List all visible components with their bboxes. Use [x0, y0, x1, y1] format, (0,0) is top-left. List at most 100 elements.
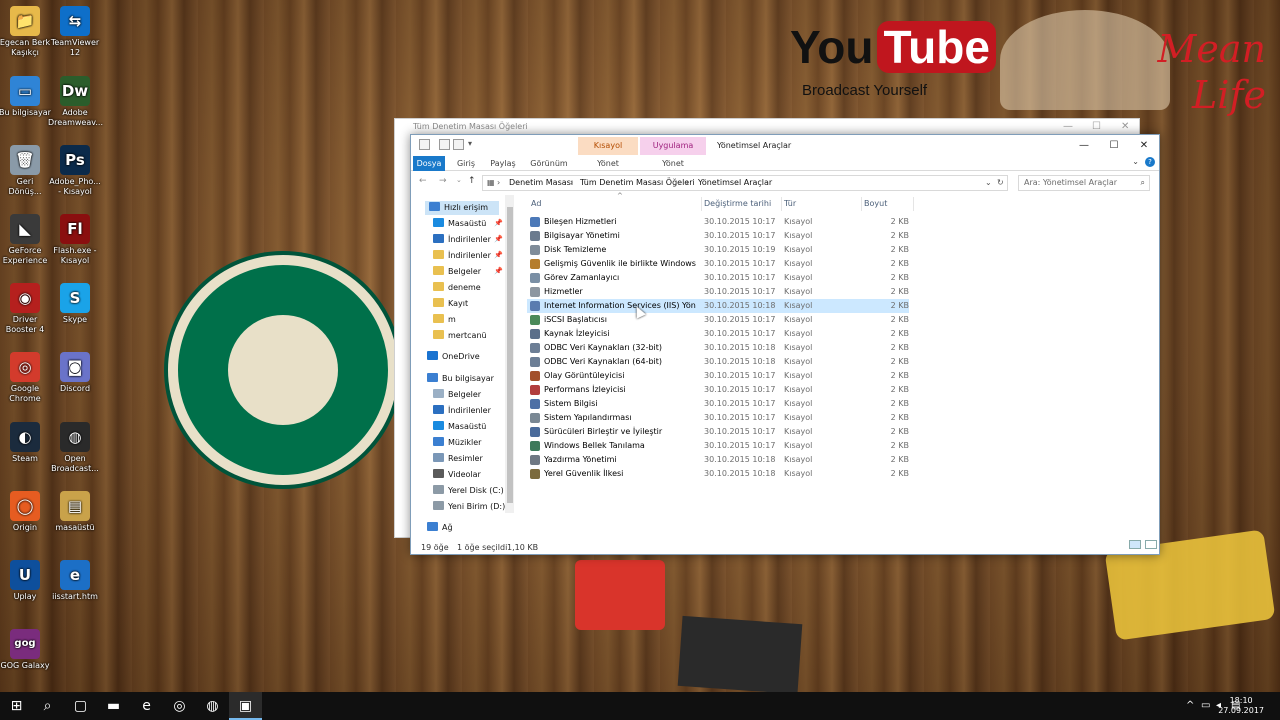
pin-icon[interactable]: 📌: [494, 219, 503, 227]
breadcrumb-admin-tools[interactable]: Yönetimsel Araçlar: [698, 176, 772, 190]
shortcut-tools-tab[interactable]: Kısayol Araçları: [578, 137, 638, 168]
address-dropdown-icon[interactable]: ⌄: [985, 176, 992, 190]
network-icon[interactable]: ▭: [1201, 692, 1210, 720]
chrome-taskbar[interactable]: ◎: [163, 692, 196, 720]
sidebar-item[interactable]: Bu bilgisayar: [423, 372, 499, 386]
sidebar-item[interactable]: İndirilenler: [429, 249, 499, 263]
desktop-icon[interactable]: U Uplay: [0, 560, 52, 602]
desktop-icon[interactable]: ◙ Discord: [48, 352, 102, 394]
table-row[interactable]: Sistem Yapılandırması 30.10.2015 10:17 Kıs…: [527, 411, 909, 425]
search-box[interactable]: Ara: Yönetimsel Araçlar ⌕: [1018, 175, 1150, 191]
details-view-icon[interactable]: [1129, 540, 1141, 549]
sidebar-item[interactable]: Resimler: [429, 452, 499, 466]
sidebar-item[interactable]: Müzikler: [429, 436, 499, 450]
large-icons-view-icon[interactable]: [1145, 540, 1157, 549]
search-button[interactable]: ⌕: [31, 692, 64, 720]
tray-chevron-icon[interactable]: ^: [1186, 692, 1194, 720]
tab-home[interactable]: Giriş: [451, 156, 481, 171]
maximize-button[interactable]: ☐: [1099, 138, 1129, 154]
desktop-icon[interactable]: Dw Adobe Dreamweav...: [48, 76, 103, 128]
desktop-icon[interactable]: Ps Adobe_Pho... - Kısayol: [48, 145, 102, 197]
sidebar-item[interactable]: İndirilenler: [429, 404, 499, 418]
desktop-icon[interactable]: ◍ Open Broadcast...: [48, 422, 102, 474]
table-row[interactable]: Olay Görüntüleyicisi 30.10.2015 10:17 Kısa…: [527, 369, 909, 383]
recent-chevron-icon[interactable]: ⌄: [456, 176, 462, 184]
obs-taskbar[interactable]: ◍: [196, 692, 229, 720]
sidebar-item[interactable]: Masaüstü: [429, 420, 499, 434]
back-icon[interactable]: ←: [419, 176, 427, 186]
table-row[interactable]: Internet Information Services (IIS) Yöne…: [527, 299, 909, 313]
expand-ribbon-icon[interactable]: ⌄: [1132, 157, 1139, 166]
desktop-icon[interactable]: ◣ GeForce Experience: [0, 214, 52, 266]
sidebar-item[interactable]: m: [429, 313, 499, 327]
explorer-window[interactable]: ▾ Kısayol Araçları Uygulama Araçları Yön…: [410, 134, 1160, 555]
new-folder-icon[interactable]: [453, 139, 464, 150]
column-separator[interactable]: [701, 197, 702, 211]
sidebar-item[interactable]: Masaüstü: [429, 217, 499, 231]
desktop-icon[interactable]: ▭ Bu bilgisayar: [0, 76, 52, 118]
column-date[interactable]: Değiştirme tarihi: [704, 199, 771, 208]
app-tools-tab[interactable]: Uygulama Araçları: [640, 137, 706, 168]
sidebar-item[interactable]: OneDrive: [423, 350, 499, 364]
table-row[interactable]: Yerel Güvenlik İlkesi 30.10.2015 10:18 Kıs…: [527, 467, 909, 481]
sidebar-item[interactable]: Yeni Birim (D:): [429, 500, 505, 514]
desktop-icon[interactable]: gog GOG Galaxy: [0, 629, 52, 671]
task-view-button[interactable]: ▢: [64, 692, 97, 720]
check-icon[interactable]: [439, 139, 450, 150]
sidebar-item[interactable]: Belgeler: [429, 388, 499, 402]
edge-taskbar[interactable]: e: [130, 692, 163, 720]
tab-manage-shortcut[interactable]: Yönet: [578, 156, 638, 171]
breadcrumb-all-items[interactable]: Tüm Denetim Masası Öğeleri: [580, 176, 695, 190]
sidebar-item[interactable]: Yerel Disk (C:): [429, 484, 504, 498]
nav-scrollbar-thumb[interactable]: [507, 207, 513, 503]
sidebar-item[interactable]: deneme: [429, 281, 499, 295]
desktop-icon[interactable]: ⇆ TeamViewer 12: [48, 6, 102, 58]
minimize-icon[interactable]: —: [1063, 121, 1073, 132]
desktop-icon[interactable]: ◎ Google Chrome: [0, 352, 52, 404]
desktop-icon[interactable]: ◉ Driver Booster 4: [0, 283, 52, 335]
desktop-icon[interactable]: S Skype: [48, 283, 102, 325]
address-bar[interactable]: ▦ › Denetim Masası › Tüm Denetim Masası …: [482, 175, 1008, 191]
start-button[interactable]: ⊞: [0, 692, 33, 720]
pin-icon[interactable]: 📌: [494, 235, 503, 243]
table-row[interactable]: Görev Zamanlayıcı 30.10.2015 10:17 Kısayol…: [527, 271, 909, 285]
column-separator[interactable]: [861, 197, 862, 211]
table-row[interactable]: ODBC Veri Kaynakları (64-bit) 30.10.2015 …: [527, 355, 909, 369]
sidebar-item[interactable]: mertcanü: [429, 329, 499, 343]
desktop-icon[interactable]: Fl Flash.exe - Kısayol: [48, 214, 102, 266]
table-row[interactable]: Bilgisayar Yönetimi 30.10.2015 10:17 Kısay…: [527, 229, 909, 243]
table-row[interactable]: Bileşen Hizmetleri 30.10.2015 10:17 Kısayo…: [527, 215, 909, 229]
pin-icon[interactable]: 📌: [494, 251, 503, 259]
tab-share[interactable]: Paylaş: [487, 156, 519, 171]
forward-icon[interactable]: →: [439, 176, 447, 186]
column-separator[interactable]: [913, 197, 914, 211]
desktop-icon[interactable]: ◐ Steam: [0, 422, 52, 464]
column-size[interactable]: Boyut: [864, 199, 887, 208]
table-row[interactable]: ODBC Veri Kaynakları (32-bit) 30.10.2015 …: [527, 341, 909, 355]
close-button[interactable]: ✕: [1129, 138, 1159, 154]
column-type[interactable]: Tür: [784, 199, 796, 208]
tab-manage-app[interactable]: Yönet: [640, 156, 706, 171]
minimize-button[interactable]: —: [1069, 138, 1099, 154]
tab-view[interactable]: Görünüm: [527, 156, 571, 171]
properties-icon[interactable]: [419, 139, 430, 150]
column-name[interactable]: Ad: [531, 199, 541, 208]
table-row[interactable]: Sistem Bilgisi 30.10.2015 10:17 Kısayol 2 K…: [527, 397, 909, 411]
table-row[interactable]: iSCSI Başlatıcısı 30.10.2015 10:17 Kısayol…: [527, 313, 909, 327]
desktop-icon[interactable]: 🗑 Geri Dönüş...: [0, 145, 52, 197]
column-separator[interactable]: [781, 197, 782, 211]
sidebar-item[interactable]: Videolar: [429, 468, 499, 482]
system-clock[interactable]: 18:10 27.09.2017: [1218, 696, 1264, 716]
help-icon[interactable]: ?: [1145, 157, 1155, 167]
sidebar-item[interactable]: İndirilenler: [429, 233, 499, 247]
table-row[interactable]: Gelişmiş Güvenlik ile birlikte Windows G…: [527, 257, 909, 271]
customize-toolbar-icon[interactable]: ▾: [468, 139, 472, 148]
table-row[interactable]: Hizmetler 30.10.2015 10:17 Kısayol 2 KB: [527, 285, 909, 299]
table-row[interactable]: Sürücüleri Birleştir ve İyileştir 30.10.2…: [527, 425, 909, 439]
desktop-icon[interactable]: ◯ Origin: [0, 491, 52, 533]
maximize-icon[interactable]: ☐: [1092, 121, 1101, 132]
file-explorer-taskbar[interactable]: ▬: [97, 692, 130, 720]
sidebar-item[interactable]: Belgeler: [429, 265, 499, 279]
table-row[interactable]: Yazdırma Yönetimi 30.10.2015 10:18 Kısayol…: [527, 453, 909, 467]
sidebar-item[interactable]: Hızlı erişim: [425, 201, 499, 215]
